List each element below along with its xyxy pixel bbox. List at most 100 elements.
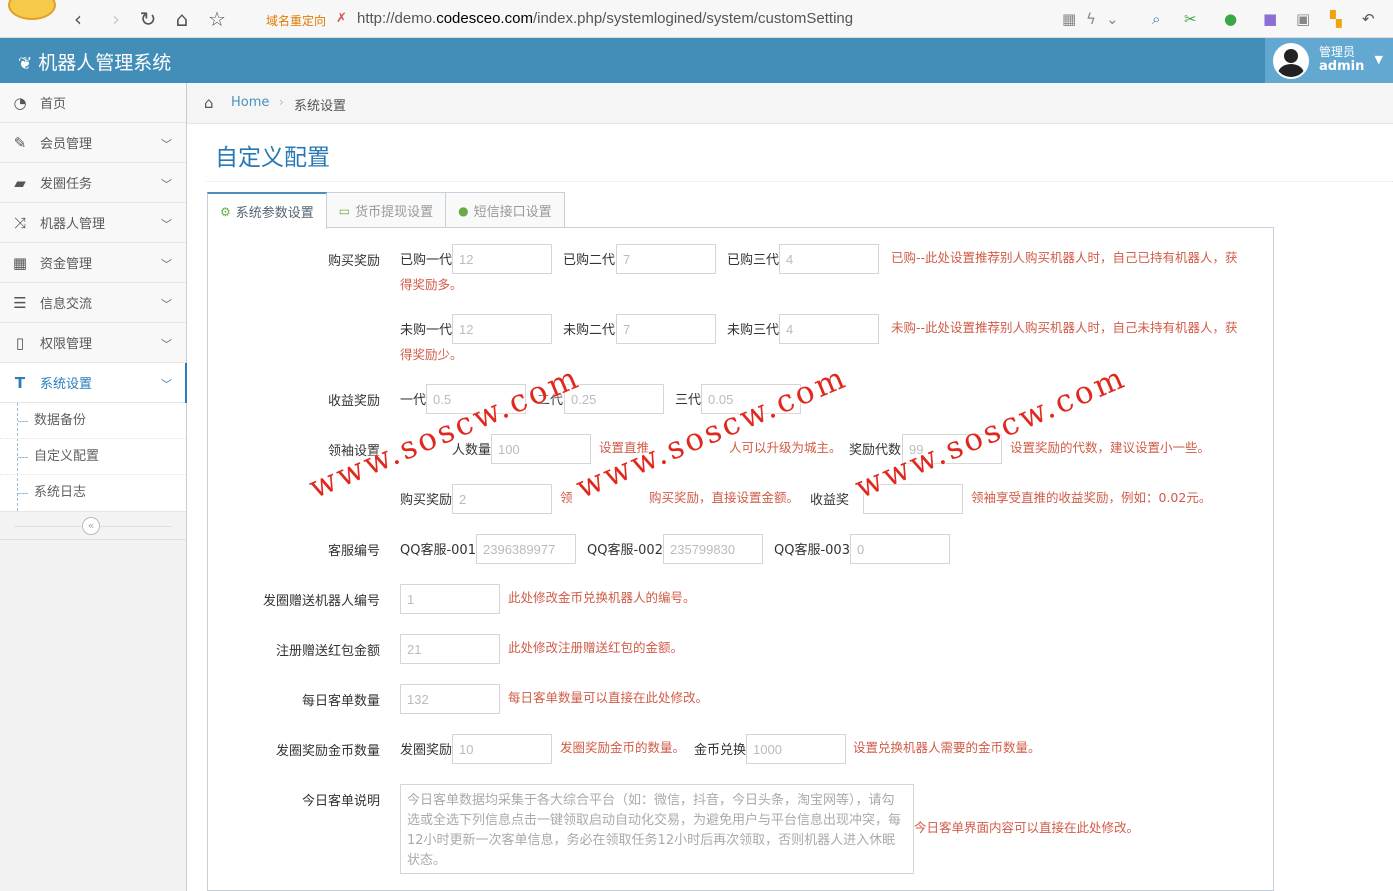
caret-down-icon: ▼ (1374, 53, 1383, 66)
browser-logo-icon (8, 0, 56, 20)
url-path: /index.php/systemlogined/system/customSe… (532, 10, 854, 27)
home-icon: ⌂ (204, 94, 214, 112)
circle-reward-label: 发圈奖励 (400, 743, 453, 758)
bought-gen3-input[interactable]: 4 (779, 244, 879, 274)
qq-service-3-label: QQ客服-003 (774, 543, 850, 558)
chevron-down-icon: ﹀ (161, 378, 172, 391)
subitem-system-log[interactable]: 系统日志 (0, 475, 186, 511)
subitem-backup[interactable]: 数据备份 (0, 403, 186, 439)
leaf-icon: ❦ (18, 54, 33, 74)
tab-system-params[interactable]: ⚙ 系统参数设置 (207, 192, 327, 229)
forward-icon[interactable]: › (104, 8, 128, 30)
address-bar[interactable]: http://demo.codesceo.com/index.php/syste… (357, 10, 853, 27)
sidebar-item-label: 系统设置 (40, 377, 93, 392)
insecure-icon: ✗ (336, 11, 347, 26)
notbought-gen2-input[interactable]: 7 (616, 314, 716, 344)
sidebar-item-label: 会员管理 (40, 137, 93, 152)
brand[interactable]: ❦ 机器人管理系统 (18, 48, 171, 75)
buy-reward-label: 购买奖励 (327, 254, 380, 269)
tab-label: 系统参数设置 (235, 206, 314, 221)
sidebar-item-members[interactable]: ✎ 会员管理 ﹀ (0, 123, 186, 163)
qr-icon[interactable]: ▦ (1062, 10, 1076, 28)
notbought-note: 未购--此处设置推荐别人购买机器人时，自己未持有机器人，获 (891, 320, 1238, 335)
user-menu[interactable]: 管理员 admin ▼ (1265, 38, 1393, 83)
service-label: 客服编号 (327, 544, 380, 559)
qq-service-2-label: QQ客服-002 (587, 543, 663, 558)
reload-icon[interactable]: ↻ (136, 8, 160, 30)
sidebar-item-robots[interactable]: ⤨ 机器人管理 ﹀ (0, 203, 186, 243)
sidebar-item-label: 权限管理 (40, 337, 93, 352)
settings-submenu: 数据备份 自定义配置 系统日志 (0, 403, 186, 512)
bought-gen2-input[interactable]: 7 (616, 244, 716, 274)
back-icon[interactable]: ‹ (66, 8, 90, 30)
daily-desc-textarea[interactable]: 今日客单数据均采集于各大综合平台（如：微信，抖音，今日头条，淘宝网等），请勾选或… (400, 784, 914, 874)
bought-gen3-label: 已购三代 (727, 253, 780, 268)
search-icon[interactable]: ⌕ (1152, 10, 1160, 28)
notbought-gen2-label: 未购二代 (563, 323, 616, 338)
sidebar-item-permissions[interactable]: ▯ 权限管理 ﹀ (0, 323, 186, 363)
leader-upgrade-note: 人可以升级为城主。 (729, 440, 842, 455)
collapse-icon[interactable]: « (82, 517, 100, 535)
subitem-custom-config[interactable]: 自定义配置 (0, 439, 186, 475)
chevron-down-icon: ﹀ (161, 218, 172, 231)
dropdown-icon[interactable]: ⌄ (1106, 10, 1119, 28)
sidebar-item-home[interactable]: ◔ 首页 (0, 83, 186, 123)
notbought-gen3-input[interactable]: 4 (779, 314, 879, 344)
app-title: 机器人管理系统 (38, 52, 172, 74)
browser-toolbar: ‹ › ↻ ⌂ ☆ 域名重定向 ✗ http://demo.codesceo.c… (0, 0, 1393, 38)
leader-income-label: 收益奖 (810, 493, 850, 508)
extension-icon[interactable]: ■ (1263, 10, 1277, 28)
chevron-down-icon: ﹀ (161, 338, 172, 351)
bought-note: 已购--此处设置推荐别人购买机器人时，自己已持有机器人，获 (891, 250, 1238, 265)
notbought-gen3-label: 未购三代 (727, 323, 780, 338)
bookmark-star-icon[interactable]: ☆ (205, 8, 229, 30)
leader-gen-note: 设置奖励的代数，建议设置小一些。 (1010, 440, 1211, 455)
chevron-down-icon: ﹀ (161, 138, 172, 151)
sidebar-item-messages[interactable]: ☰ 信息交流 ﹀ (0, 283, 186, 323)
gift-robot-input[interactable]: 1 (400, 584, 500, 614)
breadcrumb-home[interactable]: Home (231, 95, 269, 110)
leader-buy-note: 购买奖励，直接设置金额。 (649, 490, 800, 505)
undo-icon[interactable]: ↶ (1362, 10, 1375, 28)
sidebar-item-settings[interactable]: T 系统设置 ﹀ (0, 363, 187, 403)
bought-gen1-input[interactable]: 12 (452, 244, 552, 274)
leader-count-input[interactable]: 100 (491, 434, 591, 464)
qq-service-1-label: QQ客服-001 (400, 543, 476, 558)
daily-orders-input[interactable]: 132 (400, 684, 500, 714)
leader-buy-input[interactable]: 2 (452, 484, 552, 514)
list-icon: ☰ (13, 293, 27, 312)
notbought-gen1-input[interactable]: 12 (452, 314, 552, 344)
scissors-icon[interactable]: ✂ (1184, 10, 1197, 28)
lightning-icon[interactable]: ϟ (1086, 10, 1096, 28)
app-header: ❦ 机器人管理系统 管理员 admin ▼ (0, 38, 1393, 83)
translate-icon[interactable]: ● (1224, 10, 1237, 28)
gift-robot-note: 此处修改金币兑换机器人的编号。 (508, 590, 696, 605)
qq-service-2-input[interactable]: 235799830 (663, 534, 763, 564)
home-icon[interactable]: ⌂ (170, 8, 194, 30)
gift-robot-label: 发圈赠送机器人编号 (262, 594, 380, 609)
tab-label: 短信接口设置 (473, 205, 552, 220)
register-bonus-input[interactable]: 21 (400, 634, 500, 664)
sidebar-item-finance[interactable]: ▦ 资金管理 ﹀ (0, 243, 186, 283)
daily-orders-note: 每日客单数量可以直接在此处修改。 (508, 690, 709, 705)
qq-service-1-input[interactable]: 2396389977 (476, 534, 576, 564)
sidebar-item-tasks[interactable]: ▰ 发圈任务 ﹀ (0, 163, 186, 203)
url-domain: codesceo.com (436, 10, 533, 27)
avatar (1273, 43, 1309, 79)
tab-withdraw[interactable]: ▭ 货币提现设置 (325, 192, 447, 228)
income-reward-label: 收益奖励 (327, 394, 380, 409)
notbought-note-cont: 得奖励少。 (400, 347, 463, 362)
bought-gen1-label: 已购一代 (400, 253, 453, 268)
screenshot-icon[interactable]: ▣ (1296, 10, 1310, 28)
file-icon: ▯ (15, 333, 25, 352)
register-bonus-label: 注册赠送红包金额 (275, 644, 380, 659)
qq-service-3-input[interactable]: 0 (850, 534, 950, 564)
circle-reward-input[interactable]: 10 (452, 734, 552, 764)
apps-icon[interactable]: ▚ (1330, 10, 1342, 28)
chevron-down-icon: ﹀ (161, 178, 172, 191)
shuffle-icon: ⤨ (13, 213, 26, 232)
breadcrumb-current: 系统设置 (294, 99, 347, 114)
sidebar-item-label: 首页 (40, 97, 67, 112)
tab-sms[interactable]: ● 短信接口设置 (445, 192, 565, 228)
coin-exchange-input[interactable]: 1000 (746, 734, 846, 764)
